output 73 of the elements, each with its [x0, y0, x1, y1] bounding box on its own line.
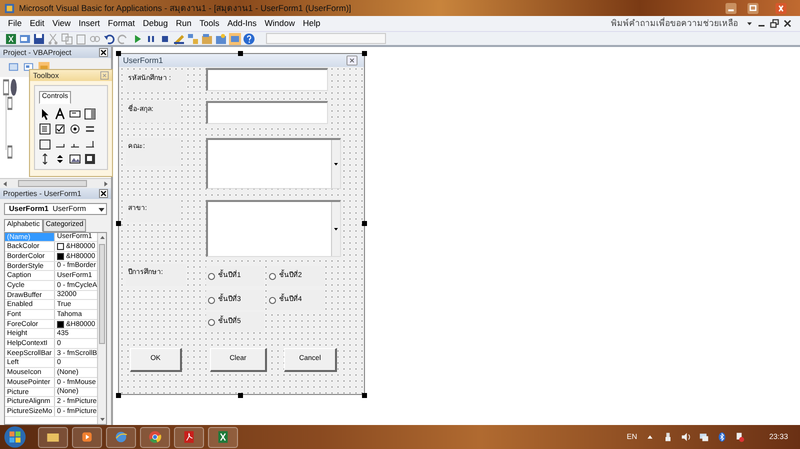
menu-item[interactable]: Help	[298, 17, 324, 30]
selection-handle[interactable]	[116, 393, 121, 398]
menu-item[interactable]: View	[48, 17, 75, 30]
textbox-field[interactable]	[206, 101, 328, 124]
dropdown-arrow-icon[interactable]	[333, 226, 339, 232]
network-icon[interactable]	[699, 432, 710, 442]
start-button[interactable]	[4, 426, 26, 448]
usb-icon[interactable]	[663, 432, 674, 442]
taskbar-button[interactable]	[174, 426, 204, 448]
combobox-field[interactable]	[206, 200, 341, 257]
selection-handle[interactable]	[116, 51, 121, 56]
userform-title: UserForm1	[123, 54, 164, 66]
dropdown-arrow-icon[interactable]	[333, 161, 339, 167]
menu-item[interactable]: Debug	[138, 17, 172, 30]
selection-handle[interactable]	[362, 221, 367, 226]
window-title: Microsoft Visual Basic for Applications - สมุดงาน1 - [สมุดงาน1 - UserForm1 (UserForm)]	[19, 2, 352, 14]
textbox-tool-icon[interactable]	[69, 108, 81, 120]
browser-icon	[114, 430, 128, 444]
menu-item[interactable]: Edit	[26, 17, 48, 30]
action-center-icon[interactable]	[735, 432, 746, 442]
close-icon[interactable]	[783, 19, 792, 28]
view-object-icon[interactable]	[23, 62, 34, 72]
menu-item[interactable]: Format	[104, 17, 139, 30]
dropdown-arrow-icon[interactable]	[746, 20, 753, 27]
checkbox-tool-icon[interactable]	[54, 122, 66, 134]
selection-handle[interactable]	[116, 221, 121, 226]
help-icon[interactable]	[243, 32, 255, 44]
taskbar-button[interactable]	[106, 426, 136, 448]
close-button[interactable]	[99, 48, 108, 57]
vertical-scrollbar[interactable]	[97, 232, 106, 424]
combobox-field[interactable]	[206, 138, 341, 189]
menu-item[interactable]: File	[4, 17, 26, 30]
help-search-box[interactable]: พิมพ์คำถามเพื่อขอความช่วยเหลือ	[607, 17, 742, 30]
close-button[interactable]	[99, 189, 108, 198]
menu-item[interactable]: Tools	[195, 17, 224, 30]
scrollbar-thumb[interactable]	[99, 244, 106, 344]
toolbar-field[interactable]	[266, 33, 386, 44]
volume-icon[interactable]	[681, 432, 692, 442]
excel-icon[interactable]	[5, 32, 17, 44]
taskbar-button[interactable]	[72, 426, 102, 448]
menu-item[interactable]: Add-Ins	[223, 17, 261, 30]
pointer-icon[interactable]	[39, 108, 51, 120]
pdf-icon	[182, 430, 196, 444]
selection-handle[interactable]	[362, 393, 367, 398]
undo-icon[interactable]	[103, 32, 115, 44]
selection-handle[interactable]	[362, 51, 367, 56]
bluetooth-icon[interactable]	[717, 432, 728, 442]
selection-handle[interactable]	[238, 51, 243, 56]
media-player-icon	[80, 430, 94, 444]
menu-item[interactable]: Insert	[74, 17, 104, 30]
insert-form-icon[interactable]	[19, 32, 31, 44]
listbox-tool-icon[interactable]	[39, 122, 51, 134]
horizontal-scrollbar[interactable]	[0, 178, 111, 188]
close-icon	[100, 49, 107, 56]
excel-icon	[216, 430, 230, 444]
menu-item[interactable]: Window	[260, 17, 299, 30]
option-button-tool-icon[interactable]	[69, 122, 81, 134]
menu-item[interactable]: Run	[172, 17, 196, 30]
label-tool-icon[interactable]	[54, 108, 66, 120]
taskbar-button[interactable]	[208, 426, 238, 448]
textbox-field[interactable]	[206, 68, 328, 91]
close-icon	[100, 190, 107, 197]
chrome-icon	[148, 430, 162, 444]
scrollbar-thumb[interactable]	[18, 180, 87, 187]
frame-tool-icon[interactable]	[39, 138, 51, 150]
taskbar-button[interactable]	[140, 426, 170, 448]
selection-handle[interactable]	[238, 393, 243, 398]
image-tool-icon[interactable]	[69, 152, 81, 164]
restore-icon[interactable]	[770, 19, 779, 28]
taskbar-button[interactable]	[38, 426, 68, 448]
app-icon	[4, 2, 15, 14]
view-code-icon[interactable]	[8, 62, 19, 72]
save-icon[interactable]	[33, 32, 45, 44]
